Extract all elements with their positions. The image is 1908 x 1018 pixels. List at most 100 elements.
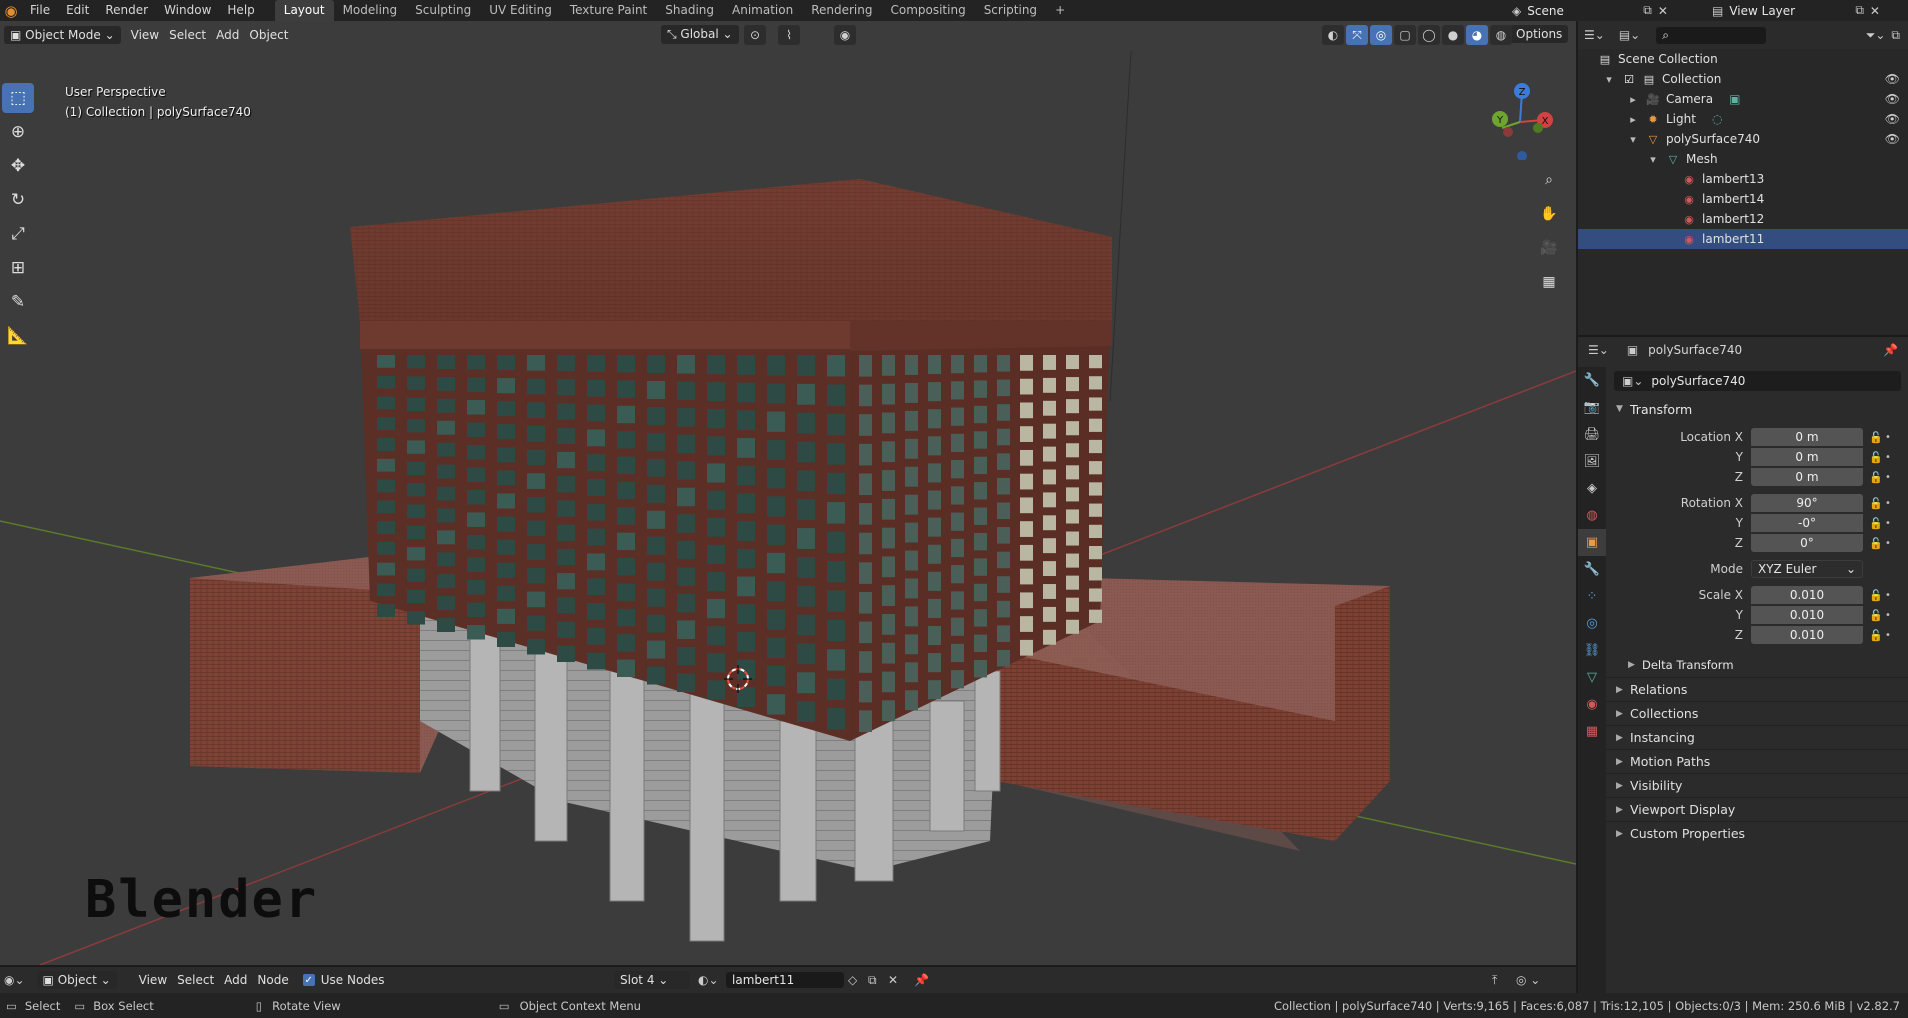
rotation-x-field[interactable]: 90° xyxy=(1751,494,1863,512)
keyframe-dot-icon[interactable]: • xyxy=(1885,452,1895,463)
light-data-icon[interactable]: ◌ xyxy=(1712,112,1722,126)
properties-editor-icon[interactable]: ☰⌄ xyxy=(1588,343,1609,357)
viewport-menu-view[interactable]: View xyxy=(131,28,159,42)
tab-uv-editing[interactable]: UV Editing xyxy=(480,0,561,21)
keyframe-dot-icon[interactable]: • xyxy=(1885,630,1895,641)
transform-orientation-dropdown[interactable]: ⤡ Global ⌄ xyxy=(661,25,739,44)
keyframe-dot-icon[interactable]: • xyxy=(1885,538,1895,549)
lock-icon[interactable]: 🔓 xyxy=(1867,589,1885,602)
shader-menu-view[interactable]: View xyxy=(139,973,167,987)
material-name-field[interactable]: lambert11 xyxy=(726,972,844,988)
scene-tab-icon[interactable]: ◈ xyxy=(1578,475,1606,502)
slot-dropdown[interactable]: Slot 4 ⌄ xyxy=(614,971,690,989)
physics-tab-icon[interactable]: ◎ xyxy=(1578,610,1606,637)
visibility-eye-icon[interactable]: 👁 xyxy=(1885,132,1900,146)
xray-toggle-icon[interactable]: ▢ xyxy=(1394,25,1416,45)
new-scene-icon[interactable]: ⧉ xyxy=(1643,3,1652,18)
perspective-toggle-icon[interactable]: ▦ xyxy=(1535,268,1563,296)
location-y-field[interactable]: 0 m xyxy=(1751,448,1863,466)
rendered-shading-icon[interactable]: ◍ xyxy=(1490,25,1512,45)
outliner-row-camera[interactable]: ▸ 🎥 Camera ▣ 👁 xyxy=(1578,89,1908,109)
visibility-panel-header[interactable]: ▶ Visibility xyxy=(1606,773,1908,797)
filter-icon[interactable]: ⏷⌄ xyxy=(1866,28,1886,43)
outliner-editor-icon[interactable]: ☰⌄ xyxy=(1584,28,1605,42)
remove-view-layer-icon[interactable]: ✕ xyxy=(1870,4,1880,18)
expand-arrow-icon[interactable]: ▸ xyxy=(1626,93,1640,106)
scale-y-field[interactable]: 0.010 xyxy=(1751,606,1863,624)
keyframe-dot-icon[interactable]: • xyxy=(1885,610,1895,621)
camera-view-icon[interactable]: 🎥 xyxy=(1535,234,1563,262)
shader-type-dropdown[interactable]: ▣ Object ⌄ xyxy=(36,971,117,989)
lock-icon[interactable]: 🔓 xyxy=(1867,471,1885,484)
outliner-row-light[interactable]: ▸ ✹ Light ◌ 👁 xyxy=(1578,109,1908,129)
measure-tool-icon[interactable]: 📐 xyxy=(2,321,34,351)
tab-shading[interactable]: Shading xyxy=(656,0,723,21)
output-tab-icon[interactable]: 🖨 xyxy=(1578,421,1606,448)
3d-viewport[interactable] xyxy=(0,21,1576,965)
scene-name[interactable]: Scene xyxy=(1527,4,1637,18)
texture-tab-icon[interactable]: ▦ xyxy=(1578,718,1606,745)
tab-modeling[interactable]: Modeling xyxy=(334,0,407,21)
render-tab-icon[interactable]: 📷 xyxy=(1578,394,1606,421)
outliner-row-mesh[interactable]: ▾ ▽ Mesh xyxy=(1578,149,1908,169)
pin-icon[interactable]: 📌 xyxy=(1883,343,1898,357)
viewport-menu-object[interactable]: Object xyxy=(249,28,288,42)
material-tab-icon[interactable]: ◉ xyxy=(1578,691,1606,718)
keyframe-dot-icon[interactable]: • xyxy=(1885,472,1895,483)
outliner-row-scene-collection[interactable]: ▤ Scene Collection xyxy=(1578,49,1908,69)
overlay-toggle-icon[interactable]: ◎ xyxy=(1370,25,1392,45)
object-mode-dropdown[interactable]: ▣ Object Mode ⌄ xyxy=(4,26,121,44)
outliner-row-lambert11[interactable]: ◉ lambert11 xyxy=(1578,229,1908,249)
world-tab-icon[interactable]: ◍ xyxy=(1578,502,1606,529)
viewport-display-panel-header[interactable]: ▶ Viewport Display xyxy=(1606,797,1908,821)
solid-shading-icon[interactable]: ● xyxy=(1442,25,1464,45)
overlay-node-icon[interactable]: ◎ ⌄ xyxy=(1516,973,1540,987)
material-preview-shading-icon[interactable]: ◕ xyxy=(1466,25,1488,45)
collections-panel-header[interactable]: ▶ Collections xyxy=(1606,701,1908,725)
tab-sculpting[interactable]: Sculpting xyxy=(406,0,480,21)
visibility-eye-icon[interactable]: 👁 xyxy=(1885,112,1900,126)
navigation-gizmo[interactable]: Z X Y xyxy=(1480,80,1560,160)
use-nodes-checkbox[interactable]: ✓ xyxy=(302,974,315,986)
display-mode-icon[interactable]: ▤⌄ xyxy=(1619,28,1640,42)
lock-icon[interactable]: 🔓 xyxy=(1867,629,1885,642)
lock-icon[interactable]: 🔓 xyxy=(1867,451,1885,464)
scale-z-field[interactable]: 0.010 xyxy=(1751,626,1863,644)
select-box-tool-icon[interactable]: ⬚ xyxy=(2,83,34,113)
particles-tab-icon[interactable]: ⁘ xyxy=(1578,583,1606,610)
rotation-z-field[interactable]: 0° xyxy=(1751,534,1863,552)
add-workspace-button[interactable]: + xyxy=(1046,0,1074,21)
keyframe-dot-icon[interactable]: • xyxy=(1885,518,1895,529)
modifier-tab-icon[interactable]: 🔧 xyxy=(1578,556,1606,583)
rotation-mode-dropdown[interactable]: XYZ Euler ⌄ xyxy=(1751,560,1863,578)
keyframe-dot-icon[interactable]: • xyxy=(1885,590,1895,601)
instancing-panel-header[interactable]: ▶ Instancing xyxy=(1606,725,1908,749)
expand-arrow-icon[interactable]: ▸ xyxy=(1626,113,1640,126)
transform-tool-icon[interactable]: ⊞ xyxy=(2,253,34,283)
location-z-field[interactable]: 0 m xyxy=(1751,468,1863,486)
duplicate-material-icon[interactable]: ⧉ xyxy=(868,973,877,988)
keyframe-dot-icon[interactable]: • xyxy=(1885,432,1895,443)
shader-menu-select[interactable]: Select xyxy=(177,973,214,987)
expand-arrow-icon[interactable]: ▾ xyxy=(1646,153,1660,166)
tab-rendering[interactable]: Rendering xyxy=(802,0,881,21)
object-name-field[interactable]: ▣⌄ polySurface740 xyxy=(1614,371,1901,391)
outliner-row-collection[interactable]: ▾ ☑ ▤ Collection 👁 xyxy=(1578,69,1908,89)
outliner-row-lambert14[interactable]: ◉ lambert14 xyxy=(1578,189,1908,209)
scene-selector[interactable]: ◈ Scene ⧉ ✕ xyxy=(1512,0,1668,21)
visibility-icon[interactable]: ◐ xyxy=(1322,25,1344,45)
expand-arrow-icon[interactable]: ▾ xyxy=(1626,133,1640,146)
outliner-row-polysurface740[interactable]: ▾ ▽ polySurface740 👁 xyxy=(1578,129,1908,149)
view-layer-selector[interactable]: ▤ View Layer ⧉ ✕ xyxy=(1712,0,1880,21)
move-tool-icon[interactable]: ✥ xyxy=(2,151,34,181)
camera-data-icon[interactable]: ▣ xyxy=(1729,92,1740,106)
tab-animation[interactable]: Animation xyxy=(723,0,802,21)
expand-arrow-icon[interactable]: ▾ xyxy=(1602,73,1616,86)
relations-panel-header[interactable]: ▶ Relations xyxy=(1606,677,1908,701)
rotate-tool-icon[interactable]: ↻ xyxy=(2,185,34,215)
material-browse-icon[interactable]: ◐⌄ xyxy=(698,973,719,987)
zoom-icon[interactable]: ⌕ xyxy=(1535,166,1563,194)
shader-menu-add[interactable]: Add xyxy=(224,973,247,987)
outliner-row-lambert13[interactable]: ◉ lambert13 xyxy=(1578,169,1908,189)
wireframe-shading-icon[interactable]: ◯ xyxy=(1418,25,1440,45)
